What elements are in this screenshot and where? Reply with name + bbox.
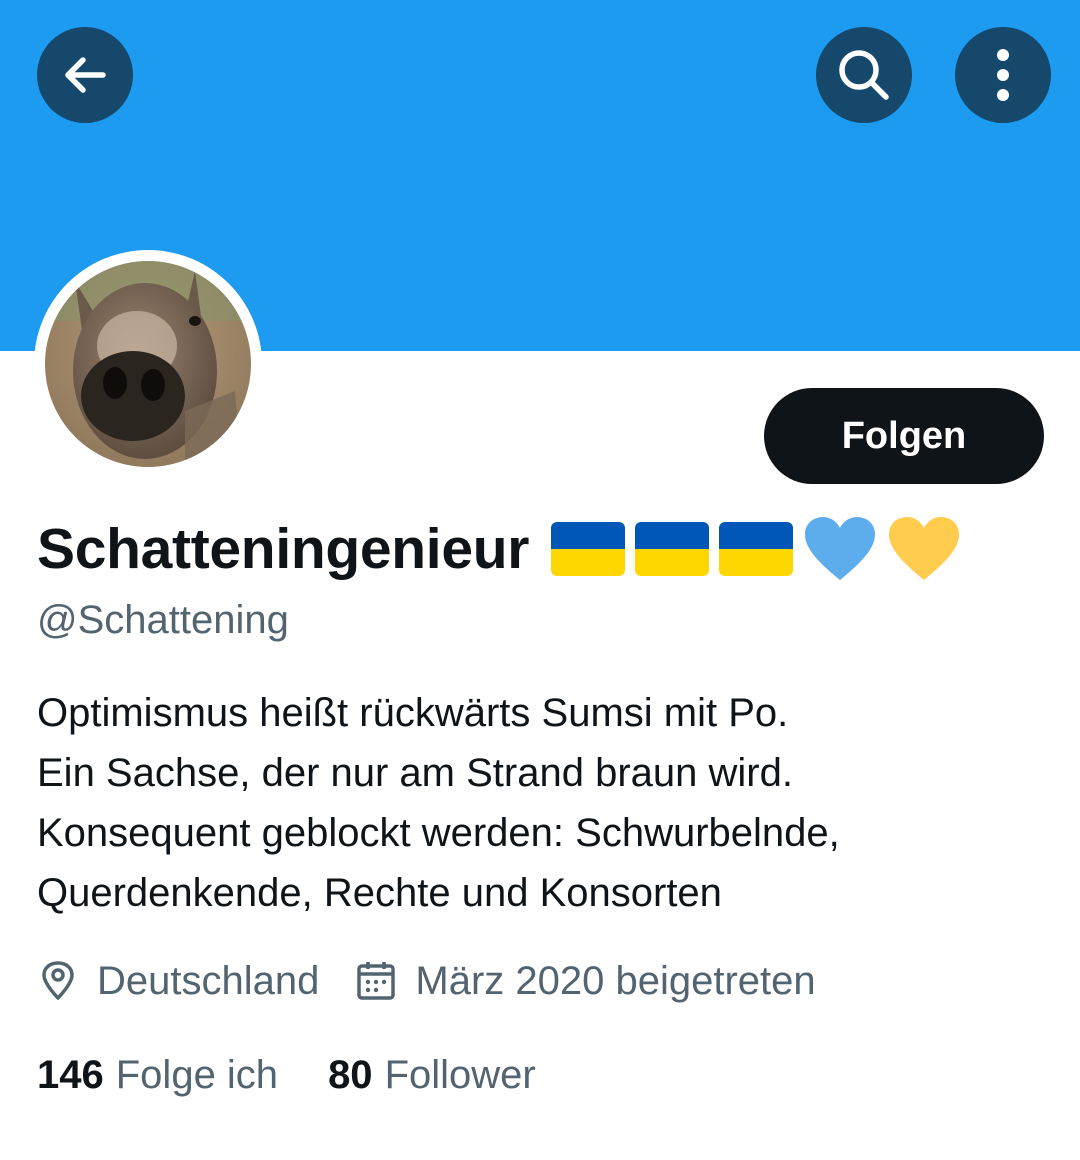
location-pin-icon — [42, 961, 74, 1000]
display-name: Schatteningenieur — [37, 517, 530, 581]
calendar-icon — [357, 962, 396, 1000]
arrow-left-icon — [65, 57, 106, 93]
ukraine-flag-icon — [635, 522, 710, 576]
donkey-photo — [45, 261, 251, 467]
following-count: 146 — [37, 1052, 104, 1097]
more-options-button[interactable] — [955, 27, 1051, 123]
search-button[interactable] — [816, 27, 912, 123]
location-text: Deutschland — [97, 958, 320, 1003]
display-name-row: Schatteningenieur — [37, 512, 971, 586]
bio-line: Ein Sachse, der nur am Strand braun wird… — [37, 751, 793, 795]
back-button[interactable] — [37, 27, 133, 123]
join-date: März 2020 beigetreten — [355, 958, 816, 1004]
profile-meta: Deutschland März 2020 beigetreten — [37, 953, 816, 1009]
join-date-text: März 2020 beigetreten — [415, 958, 816, 1003]
name-emojis — [551, 516, 971, 582]
user-handle: @Schattening — [37, 598, 289, 642]
search-icon — [839, 50, 889, 100]
profile-bio: Optimismus heißt rückwärts Sumsi mit Po.… — [37, 683, 840, 923]
follow-stats: 146 Folge ich 80 Follower — [37, 1047, 536, 1103]
followers-count: 80 — [328, 1052, 373, 1097]
blue-heart-icon — [805, 517, 876, 580]
ukraine-flag-icon — [719, 522, 794, 576]
bio-line: Optimismus heißt rückwärts Sumsi mit Po. — [37, 691, 789, 735]
location: Deutschland — [37, 959, 319, 1004]
followers-label: Follower — [384, 1052, 536, 1097]
following-label: Folge ich — [115, 1052, 279, 1097]
yellow-heart-icon — [889, 517, 960, 580]
more-vertical-icon — [997, 49, 1009, 101]
ukraine-flag-icon — [551, 522, 626, 576]
avatar[interactable] — [45, 261, 251, 467]
followers-link[interactable]: 80 Follower — [328, 1053, 536, 1098]
bio-line: Konsequent geblockt werden: Schwurbelnde… — [37, 811, 840, 855]
follow-button[interactable]: Folgen — [764, 388, 1044, 484]
bio-line: Querdenkende, Rechte und Konsorten — [37, 871, 722, 915]
following-link[interactable]: 146 Folge ich — [37, 1053, 278, 1098]
